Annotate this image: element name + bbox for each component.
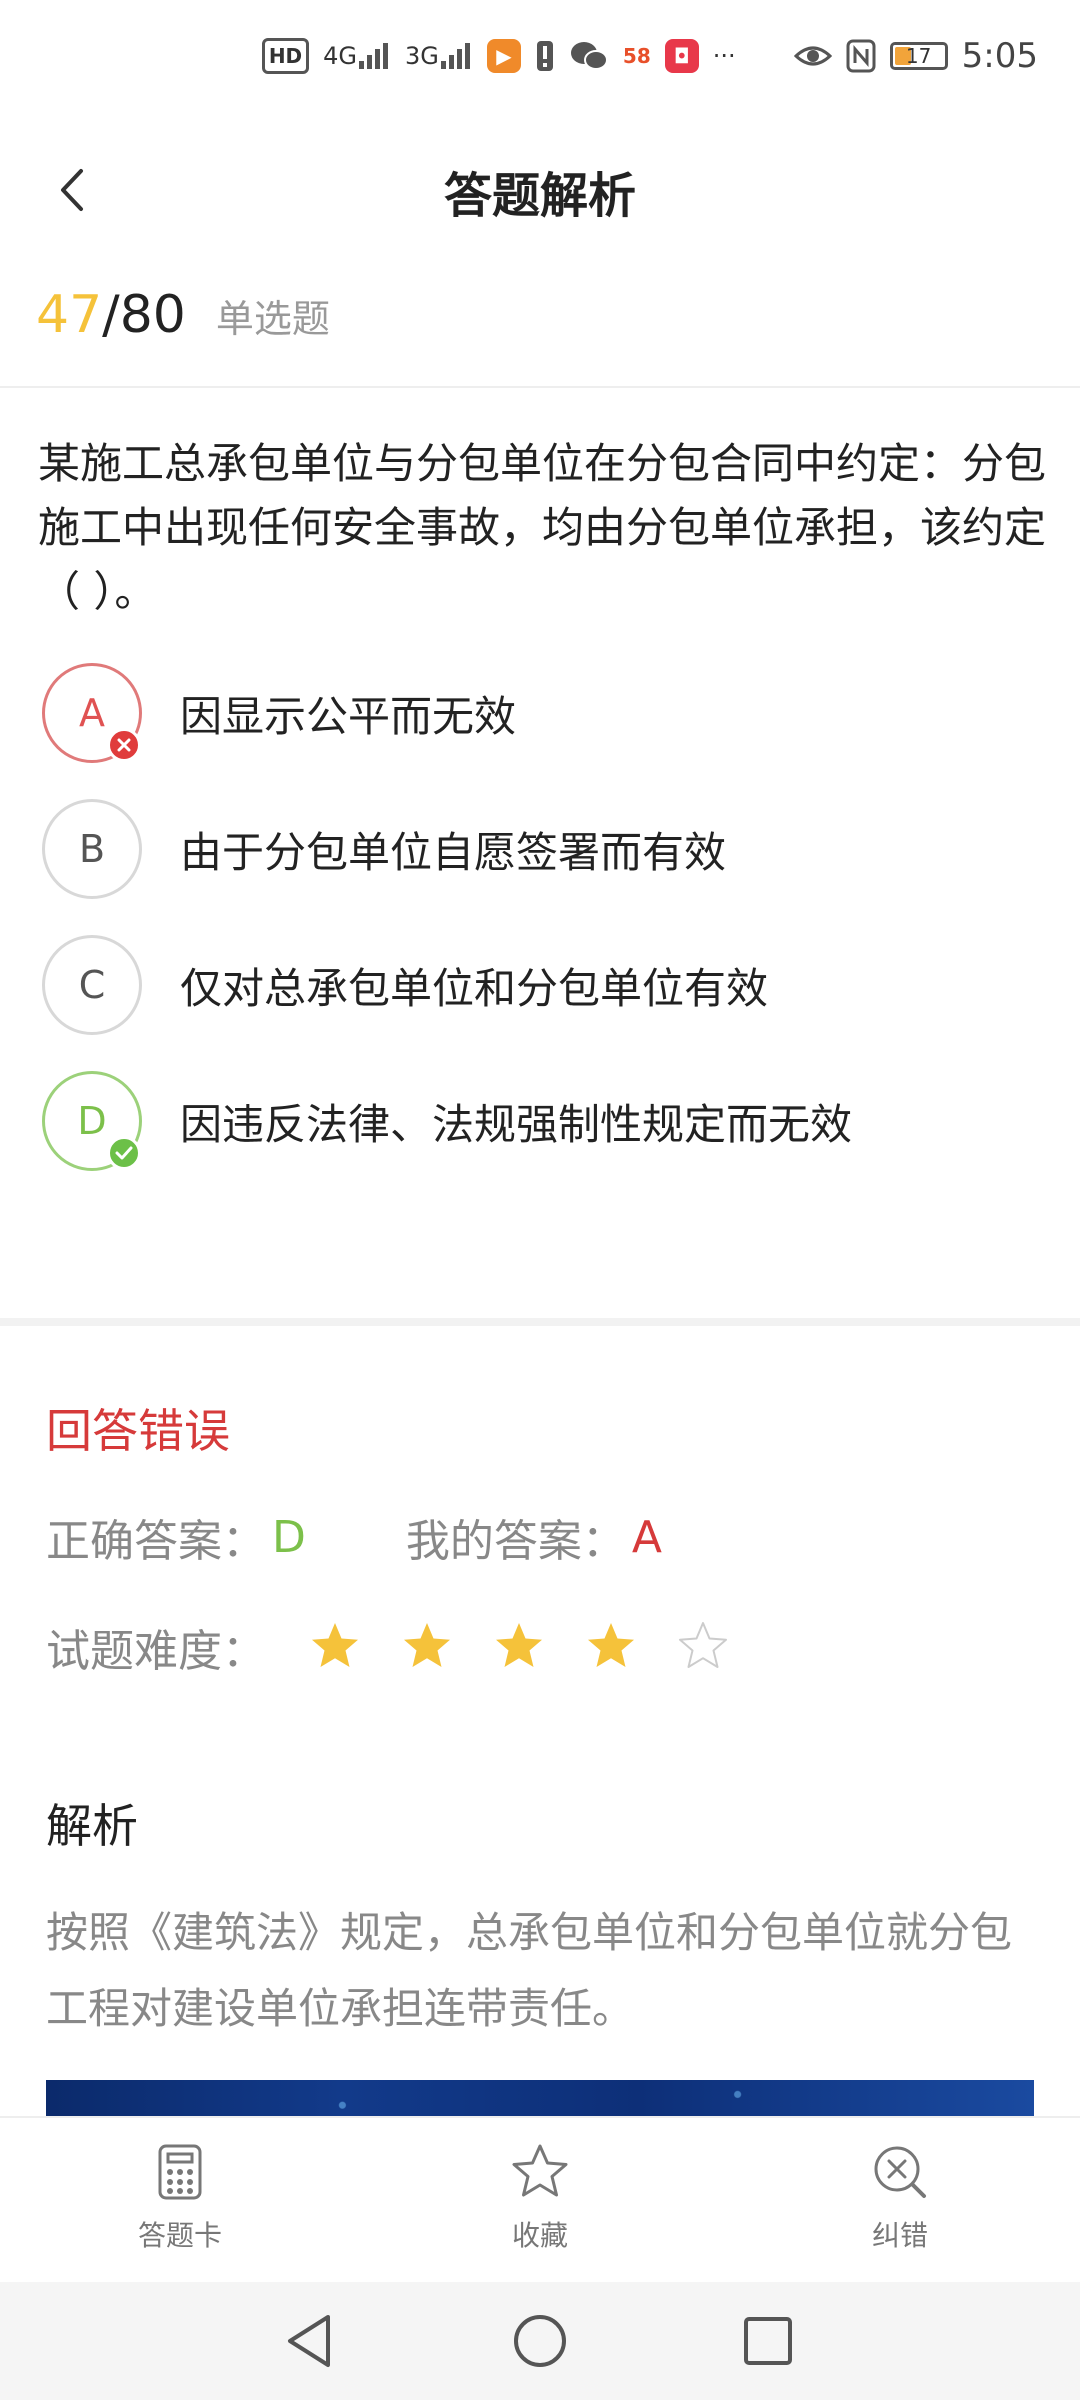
nfc-icon [846, 38, 876, 74]
signal-3g-label: 3G [405, 42, 439, 70]
difficulty-label: 试题难度： [46, 1626, 266, 1677]
option-d-text: 因违反法律、法规强制性规定而无效 [180, 1099, 853, 1149]
option-b-letter: B [78, 827, 106, 871]
check-mark-icon [107, 1136, 141, 1170]
difficulty-row: 试题难度： [46, 1615, 730, 1679]
signal-bars-icon [359, 43, 389, 69]
battery-icon: 17 [889, 42, 948, 70]
option-b-text: 由于分包单位自愿签署而有效 [180, 827, 727, 877]
my-answer-value: A [631, 1511, 662, 1563]
star-filled-icon [588, 1623, 634, 1667]
option-b[interactable]: B 由于分包单位自愿签署而有效 [42, 799, 1042, 899]
analysis-title: 解析 [46, 1799, 138, 1853]
my-answer-label: 我的答案： [405, 1516, 626, 1567]
tab-report-error-label: 纠错 [871, 2219, 928, 2252]
option-a-letter: A [79, 691, 105, 735]
ad-banner[interactable] [46, 2080, 1034, 2116]
tab-favorite-label: 收藏 [511, 2219, 568, 2252]
option-c-text: 仅对总承包单位和分包单位有效 [180, 963, 769, 1013]
progress-total: 80 [119, 285, 186, 345]
signal-4g-icon: 4G [323, 38, 391, 74]
option-d-circle: D [42, 1071, 142, 1171]
star-filled-icon [312, 1623, 358, 1667]
option-a[interactable]: A 因显示公平而无效 [42, 663, 1042, 763]
signal-4g-label: 4G [323, 42, 358, 70]
tab-answer-card-label: 答题卡 [137, 2219, 222, 2252]
system-home-button[interactable] [507, 2308, 573, 2374]
triangle-back-icon [288, 2315, 330, 2367]
option-b-circle: B [42, 799, 142, 899]
star-filled-icon [404, 1623, 450, 1667]
signal-bars-2-icon [440, 43, 470, 69]
video-app-icon: ▶ [486, 39, 521, 73]
shopping-bag-icon: ◘ [664, 39, 699, 73]
option-c-letter: C [78, 963, 106, 1007]
correct-answer-value: D [272, 1511, 306, 1563]
wrong-mark-icon [107, 728, 141, 762]
system-recents-button[interactable] [735, 2308, 801, 2374]
progress-current: 47 [36, 285, 103, 345]
progress-separator: / [102, 285, 120, 345]
nav-bar: 答题解析 [0, 130, 1080, 250]
error-correct-icon [874, 2146, 926, 2198]
difficulty-stars [308, 1620, 730, 1674]
star-empty-icon [679, 1622, 727, 1668]
correct-answer-label: 正确答案： [46, 1516, 266, 1567]
option-a-circle: A [42, 663, 142, 763]
analysis-text: 按照《建筑法》规定，总承包单位和分包单位就分包工程对建设单位承担连带责任。 [46, 1908, 1013, 2033]
section-divider [0, 1318, 1080, 1326]
option-d-letter: D [77, 1099, 107, 1143]
divider [0, 386, 1080, 388]
more-notifications-icon: ··· [712, 42, 736, 70]
tab-favorite[interactable]: 收藏 [440, 2140, 640, 2254]
star-outline-icon [512, 2144, 568, 2197]
star-filled-icon [496, 1623, 542, 1667]
status-bar: HD 4G 3G ▶ 58 ◘ ··· 17 5:05 [0, 0, 1080, 112]
tab-answer-card[interactable]: 答题卡 [80, 2140, 280, 2254]
wechat-icon [569, 38, 609, 74]
battery-level: 17 [905, 44, 932, 68]
signal-3g-icon: 3G [405, 38, 473, 74]
hd-icon: HD [261, 38, 310, 74]
result-title: 回答错误 [46, 1404, 230, 1458]
question-type: 单选题 [215, 297, 330, 341]
system-back-button[interactable] [276, 2308, 342, 2374]
square-recents-icon [744, 2317, 792, 2365]
system-nav-bar [0, 2282, 1080, 2400]
page-title: 答题解析 [443, 168, 636, 224]
bottom-toolbar: 答题卡 收藏 纠错 [0, 2116, 1080, 2282]
option-c[interactable]: C 仅对总承包单位和分包单位有效 [42, 935, 1042, 1035]
question-text: 某施工总承包单位与分包单位在分包合同中约定：分包施工中出现任何安全事故，均由分包… [38, 439, 1047, 616]
circle-home-icon [514, 2315, 566, 2367]
answer-row: 正确答案： D 我的答案： A [46, 1505, 662, 1569]
alert-icon [535, 38, 555, 74]
tab-report-error[interactable]: 纠错 [800, 2140, 1000, 2254]
option-d[interactable]: D 因违反法律、法规强制性规定而无效 [42, 1071, 1042, 1171]
app-58-icon: 58 [622, 44, 651, 68]
option-c-circle: C [42, 935, 142, 1035]
option-a-text: 因显示公平而无效 [180, 691, 517, 741]
question-progress: 47 / 80 单选题 [36, 285, 330, 355]
eye-icon [793, 38, 832, 74]
answer-card-icon [158, 2144, 202, 2200]
clock: 5:05 [961, 36, 1038, 76]
